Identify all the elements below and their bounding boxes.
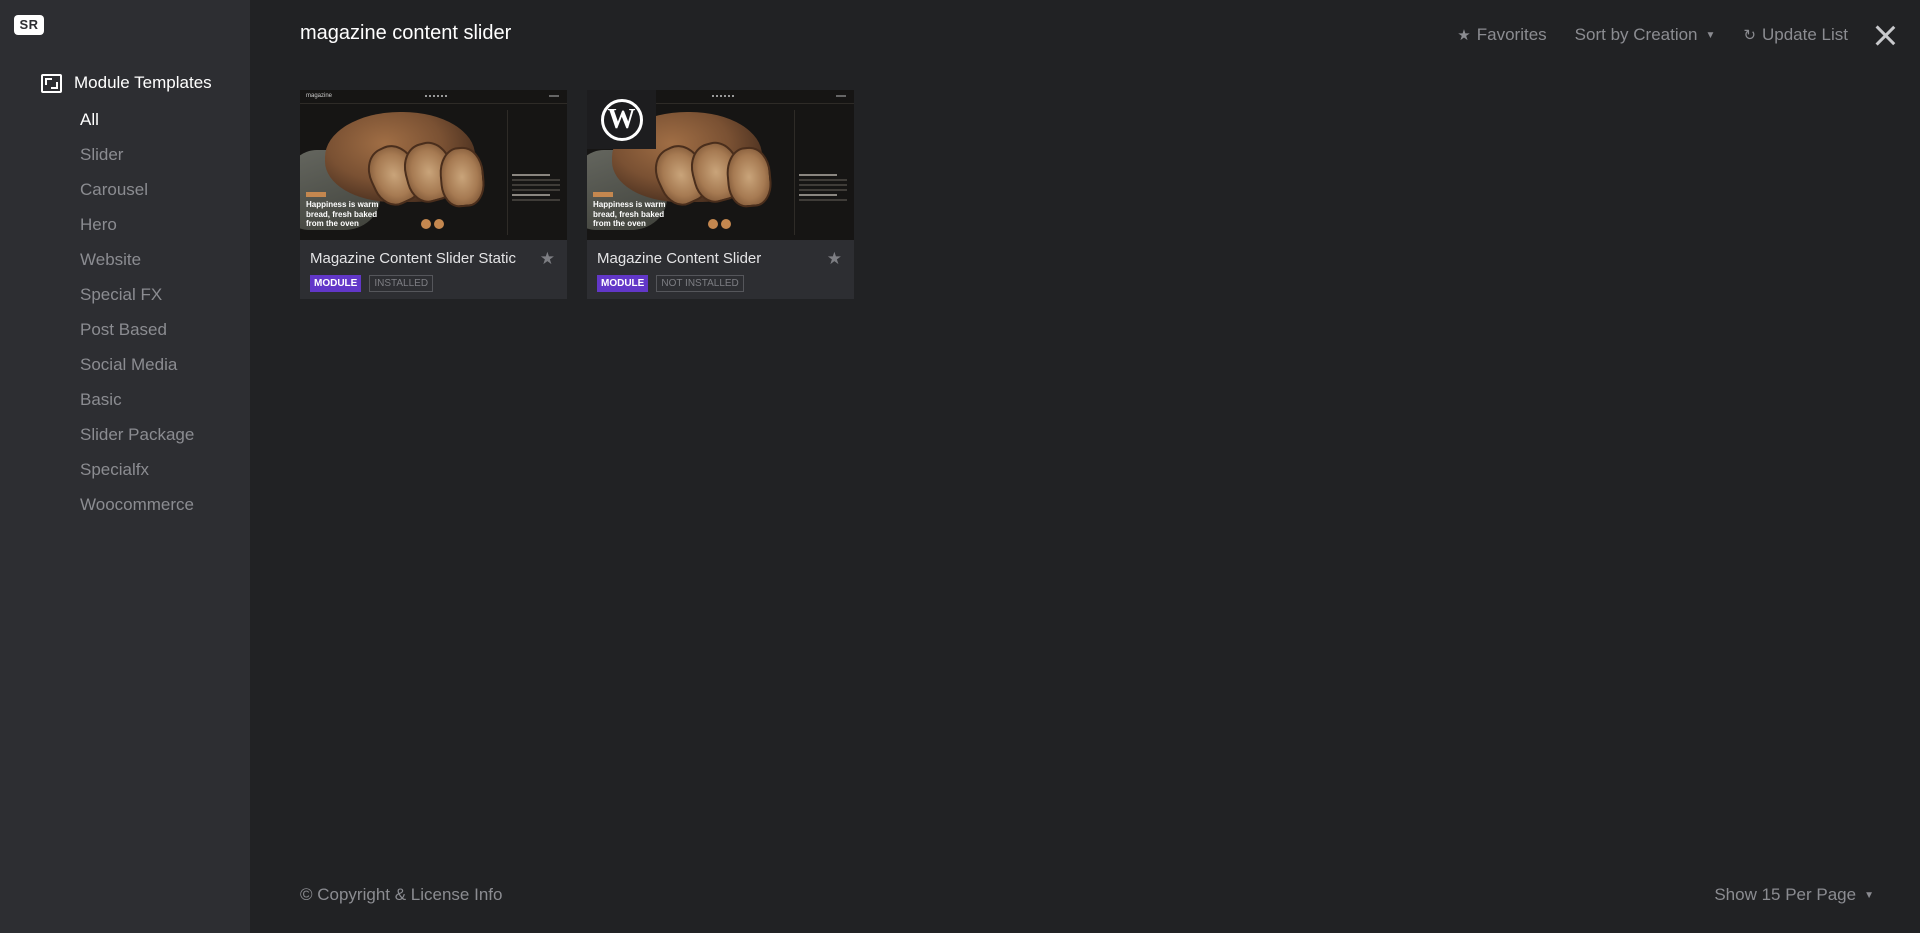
sidebar: SR Module Templates All Slider Carousel … [0, 0, 250, 933]
category-carousel[interactable]: Carousel [80, 178, 194, 213]
card-body: Magazine Content Slider Static ★ MODULE … [300, 240, 567, 292]
thumb-brand: magazine [306, 93, 333, 99]
sr-logo: SR [14, 15, 44, 35]
favorites-label: Favorites [1476, 25, 1547, 44]
thumb-dots [712, 95, 734, 97]
category-social-media[interactable]: Social Media [80, 353, 194, 388]
favorites-button[interactable]: ★ Favorites [1457, 25, 1546, 45]
wordpress-badge: W [587, 90, 656, 149]
thumb-menu-icon [549, 95, 559, 97]
category-woocommerce[interactable]: Woocommerce [80, 493, 194, 528]
thumb-headline: Happiness is warm bread, fresh baked fro… [593, 200, 666, 228]
caret-down-icon: ▼ [1864, 889, 1874, 901]
thumb-text-lines [512, 174, 560, 204]
category-hero[interactable]: Hero [80, 213, 194, 248]
category-website[interactable]: Website [80, 248, 194, 283]
status-badge: NOT INSTALLED [656, 275, 744, 292]
close-icon[interactable] [1874, 24, 1896, 46]
per-page-label: Show 15 Per Page [1714, 885, 1857, 904]
thumb-menu-icon [836, 95, 846, 97]
thumb-divider [507, 110, 508, 235]
update-list-button[interactable]: ↻ Update List [1743, 25, 1848, 45]
wordpress-icon: W [600, 98, 643, 141]
search-title: magazine content slider [300, 22, 512, 44]
sort-label: Sort by Creation [1574, 25, 1698, 44]
category-slider[interactable]: Slider [80, 143, 194, 178]
template-thumbnail[interactable]: magazine Happiness is warm bread, fresh … [587, 90, 854, 240]
thumb-text-lines [799, 174, 847, 204]
thumb-tag [593, 192, 613, 197]
module-templates-icon [41, 73, 62, 93]
category-all[interactable]: All [80, 108, 194, 143]
caret-down-icon: ▼ [1705, 29, 1716, 41]
per-page-dropdown[interactable]: Show 15 Per Page ▼ [1714, 885, 1874, 905]
category-special-fx[interactable]: Special FX [80, 283, 194, 318]
template-card[interactable]: magazine Happiness is warm bread, fresh … [300, 90, 567, 299]
category-basic[interactable]: Basic [80, 388, 194, 423]
status-badge: INSTALLED [369, 275, 434, 292]
toolbar: ★ Favorites Sort by Creation ▼ ↻ Update … [1429, 24, 1896, 46]
refresh-icon: ↻ [1743, 27, 1756, 44]
bread-slice [724, 145, 774, 209]
sort-dropdown[interactable]: Sort by Creation ▼ [1575, 25, 1716, 45]
favorite-star-icon[interactable]: ★ [827, 249, 842, 269]
card-badges: MODULE INSTALLED [310, 275, 557, 292]
module-badge: MODULE [597, 275, 649, 292]
thumb-headline: Happiness is warm bread, fresh baked fro… [306, 200, 379, 228]
category-specialfx[interactable]: Specialfx [80, 458, 194, 493]
category-slider-package[interactable]: Slider Package [80, 423, 194, 458]
thumb-divider [794, 110, 795, 235]
thumb-dots [425, 95, 447, 97]
thumb-nav-circles [421, 219, 444, 229]
star-icon: ★ [1457, 27, 1471, 44]
module-badge: MODULE [310, 275, 362, 292]
template-thumbnail[interactable]: magazine Happiness is warm bread, fresh … [300, 90, 567, 240]
thumb-tag [306, 192, 326, 197]
card-title: Magazine Content Slider Static [310, 250, 516, 267]
card-body: Magazine Content Slider ★ MODULE NOT INS… [587, 240, 854, 292]
copyright-link[interactable]: © Copyright & License Info [300, 885, 502, 905]
thumb-nav-circles [708, 219, 731, 229]
template-card[interactable]: magazine Happiness is warm bread, fresh … [587, 90, 854, 299]
update-list-label: Update List [1762, 25, 1848, 44]
thumb-nav: magazine [300, 90, 567, 104]
card-badges: MODULE NOT INSTALLED [597, 275, 844, 292]
section-title: Module Templates [74, 73, 212, 92]
bread-slice [437, 145, 487, 209]
category-list: All Slider Carousel Hero Website Special… [80, 108, 194, 528]
card-title: Magazine Content Slider [597, 250, 762, 267]
template-grid: magazine Happiness is warm bread, fresh … [300, 90, 854, 299]
favorite-star-icon[interactable]: ★ [540, 249, 555, 269]
module-templates-section[interactable]: Module Templates [41, 73, 212, 93]
category-post-based[interactable]: Post Based [80, 318, 194, 353]
